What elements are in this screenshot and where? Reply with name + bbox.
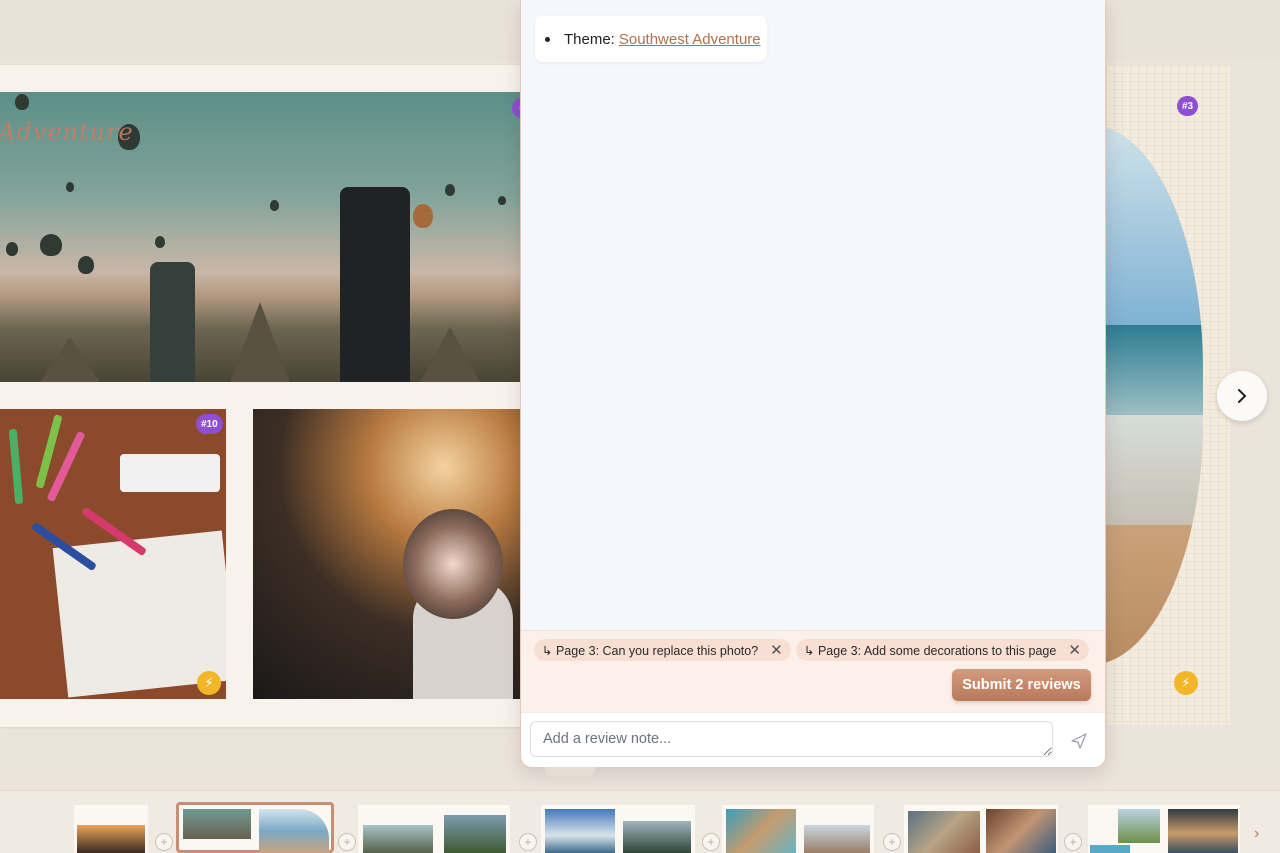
rock	[230, 302, 290, 382]
pending-reviews: ↳ Page 3: Can you replace this photo? ✕ …	[521, 630, 1105, 713]
thumbnail-image	[804, 825, 870, 853]
page-3: #3 ⚡	[1090, 65, 1230, 725]
balloon	[445, 184, 455, 196]
add-page-icon[interactable]: +	[883, 833, 901, 851]
marker	[8, 428, 24, 505]
bouquet	[403, 509, 503, 619]
add-page-icon[interactable]: +	[519, 833, 537, 851]
man-figure	[340, 187, 410, 382]
close-icon[interactable]: ✕	[1068, 641, 1081, 659]
page-script-title: Adventure	[0, 118, 134, 146]
lightning-icon[interactable]: ⚡	[1174, 671, 1198, 695]
thumbnail-page-selected[interactable]	[176, 802, 334, 853]
thumbnail-image	[444, 815, 506, 853]
thumbnail-image	[545, 809, 615, 853]
balloon	[413, 204, 433, 228]
theme-link[interactable]: Southwest Adventure	[619, 31, 761, 48]
chevron-right-icon[interactable]: ›	[1254, 825, 1259, 843]
thumbnail-page[interactable]	[74, 805, 148, 853]
panel-handle[interactable]	[545, 767, 595, 777]
thumbnail-page[interactable]	[541, 805, 695, 853]
add-page-icon[interactable]: +	[155, 833, 173, 851]
craft-photo[interactable]: #10 ⚡	[0, 409, 226, 699]
review-chip-label: ↳ Page 3: Add some decorations to this p…	[804, 643, 1057, 658]
lightning-icon[interactable]: ⚡	[197, 671, 221, 695]
thumbnail-image	[183, 809, 251, 839]
theme-card: Theme: Southwest Adventure	[535, 16, 767, 62]
sand	[1090, 525, 1203, 665]
review-chip[interactable]: ↳ Page 3: Can you replace this photo? ✕	[534, 639, 791, 661]
thumbnail-image	[1118, 809, 1160, 843]
thumbnail-page[interactable]	[1088, 805, 1240, 853]
thumbnail-page[interactable]	[358, 805, 510, 853]
add-page-icon[interactable]: +	[1064, 833, 1082, 851]
woman-figure	[150, 262, 195, 382]
thumbnail-image	[1168, 809, 1238, 853]
review-input-bar	[521, 712, 1105, 767]
arch-beach-photo[interactable]	[1090, 125, 1203, 665]
theme-label: Theme:	[564, 30, 615, 48]
submit-reviews-button[interactable]: Submit 2 reviews	[952, 669, 1091, 701]
balloon	[270, 200, 279, 211]
add-page-icon[interactable]: +	[338, 833, 356, 851]
thumbnail-page[interactable]	[722, 805, 874, 853]
page-filmstrip: + + + + + + ›	[0, 790, 1280, 853]
review-chip-label: ↳ Page 3: Can you replace this photo?	[542, 643, 759, 658]
send-icon[interactable]	[1071, 733, 1087, 749]
thumbnail-image	[908, 811, 980, 853]
thumbnail-image	[726, 809, 796, 853]
add-page-icon[interactable]: +	[702, 833, 720, 851]
rock	[420, 327, 480, 382]
sky	[1090, 125, 1203, 325]
thumbnail-image	[259, 809, 329, 853]
review-note-input[interactable]	[530, 721, 1053, 757]
balloon	[6, 242, 18, 256]
next-page-button[interactable]	[1217, 371, 1267, 421]
page-number-badge: #3	[1177, 96, 1199, 116]
balloon	[498, 196, 506, 205]
balloon	[15, 94, 29, 110]
balloon	[40, 234, 62, 256]
review-chip[interactable]: ↳ Page 3: Add some decorations to this p…	[796, 639, 1089, 661]
close-icon[interactable]: ✕	[770, 641, 783, 659]
balloon	[155, 236, 165, 248]
thumbnail-image	[623, 821, 691, 853]
bullet-icon	[545, 36, 550, 42]
thumbnail-image	[77, 825, 145, 853]
paint-box	[120, 454, 220, 492]
photo-number-badge: #10	[196, 414, 223, 434]
thumbnail-image	[986, 809, 1056, 853]
sea	[1090, 325, 1203, 415]
thumbnail-image	[363, 825, 433, 853]
review-panel: Theme: Southwest Adventure ↳ Page 3: Can…	[520, 0, 1106, 768]
rock	[40, 337, 100, 382]
thumbnail-page[interactable]	[904, 805, 1058, 853]
balloon	[66, 182, 74, 192]
waves	[1090, 415, 1203, 525]
chevron-right-icon	[1238, 389, 1247, 403]
wedding-photo[interactable]	[253, 409, 525, 699]
balloon	[78, 256, 94, 274]
